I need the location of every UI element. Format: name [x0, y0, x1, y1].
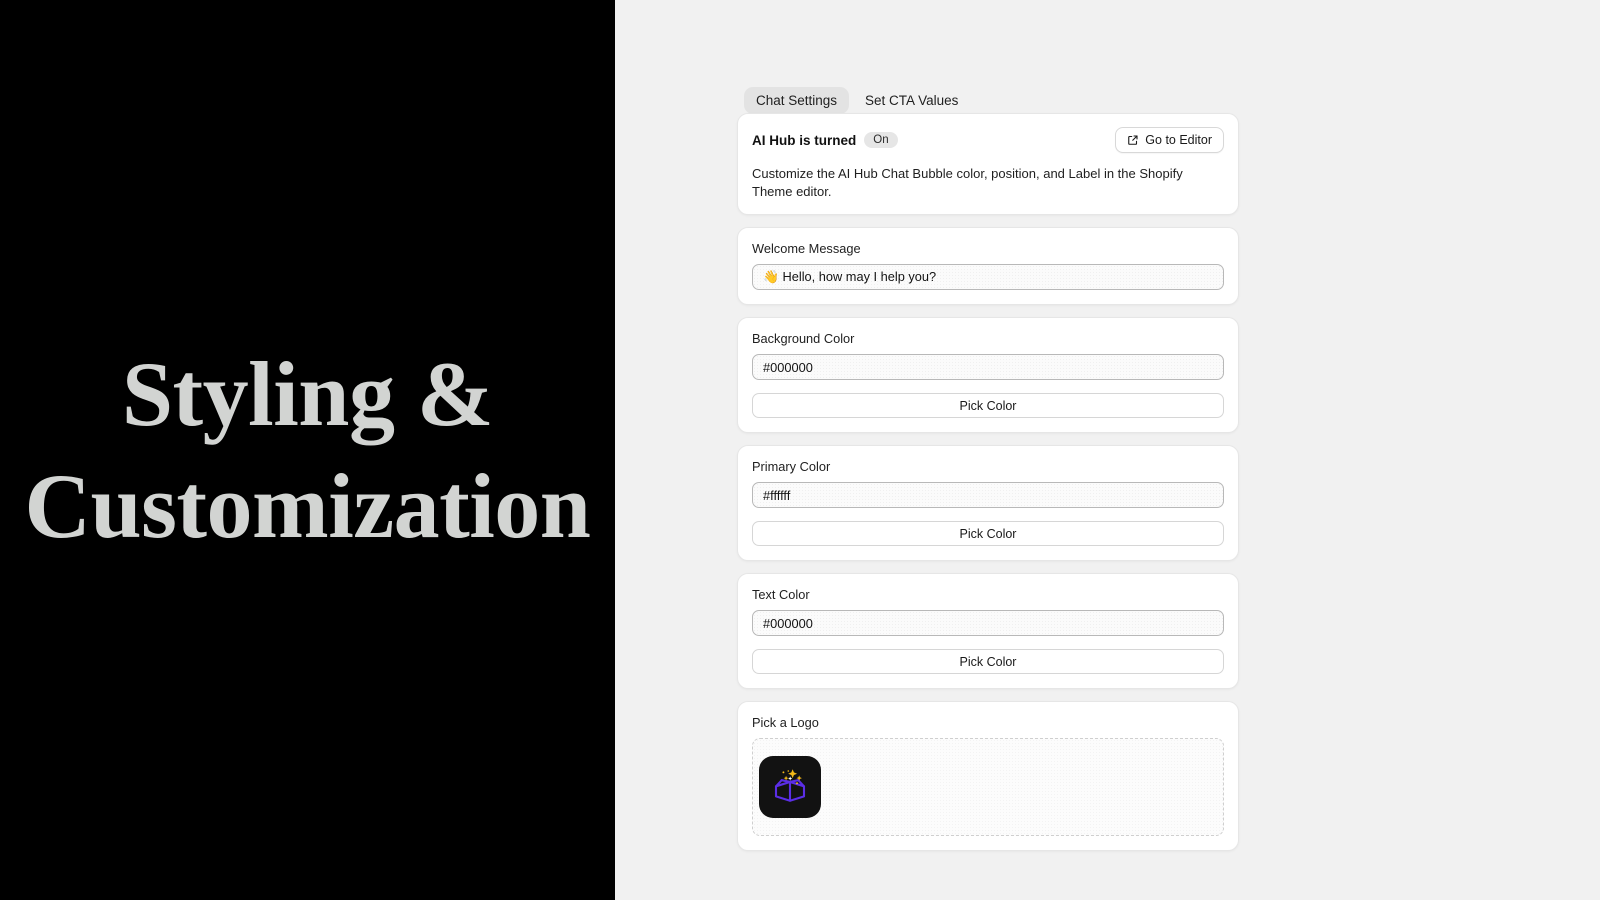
tab-set-cta-values[interactable]: Set CTA Values: [853, 87, 970, 114]
status-card-header: AI Hub is turned On Go to Editor: [752, 127, 1224, 153]
page-title: Styling & Customization: [5, 338, 611, 562]
text-color-input[interactable]: [752, 610, 1224, 637]
background-color-label: Background Color: [752, 331, 855, 347]
go-to-editor-label: Go to Editor: [1145, 133, 1212, 147]
pick-logo-label: Pick a Logo: [752, 715, 819, 731]
primary-color-label: Primary Color: [752, 459, 831, 475]
ai-hub-status-label: AI Hub is turned: [752, 132, 857, 148]
primary-pick-color-button[interactable]: Pick Color: [752, 521, 1224, 547]
status-badge: On: [864, 132, 898, 148]
tab-chat-settings[interactable]: Chat Settings: [744, 87, 850, 114]
logo-dropzone[interactable]: [752, 738, 1224, 837]
ai-hub-description: Customize the AI Hub Chat Bubble color, …: [752, 166, 1183, 199]
hero-panel: Styling & Customization: [0, 0, 615, 900]
ai-hub-status: AI Hub is turned On: [752, 127, 898, 148]
external-link-icon: [1127, 134, 1139, 146]
workspace-panel: Chat Settings Set CTA Values AI Hub is t…: [615, 0, 1600, 900]
background-color-input[interactable]: [752, 354, 1224, 381]
go-to-editor-button[interactable]: Go to Editor: [1115, 127, 1224, 153]
page-title-line-1: Styling &: [121, 342, 494, 445]
welcome-message-label: Welcome Message: [752, 241, 861, 257]
primary-color-input[interactable]: [752, 482, 1224, 509]
welcome-message-input[interactable]: [752, 264, 1224, 291]
background-pick-color-button[interactable]: Pick Color: [752, 393, 1224, 419]
logo-thumbnail[interactable]: [759, 756, 821, 819]
welcome-message-card: Welcome Message: [737, 227, 1239, 306]
magic-box-icon: [769, 764, 811, 811]
settings-card-list: AI Hub is turned On Go to Editor Customi…: [737, 113, 1239, 852]
ai-hub-status-card: AI Hub is turned On Go to Editor Customi…: [737, 113, 1239, 216]
tab-bar: Chat Settings Set CTA Values: [744, 87, 970, 114]
pick-logo-card: Pick a Logo: [737, 701, 1239, 852]
text-pick-color-button[interactable]: Pick Color: [752, 649, 1224, 675]
app-root: Styling & Customization Chat Settings Se…: [0, 0, 1600, 900]
primary-color-card: Primary Color Pick Color: [737, 445, 1239, 562]
page-title-line-2: Customization: [24, 455, 591, 557]
background-color-card: Background Color Pick Color: [737, 317, 1239, 434]
text-color-label: Text Color: [752, 587, 810, 603]
text-color-card: Text Color Pick Color: [737, 573, 1239, 690]
